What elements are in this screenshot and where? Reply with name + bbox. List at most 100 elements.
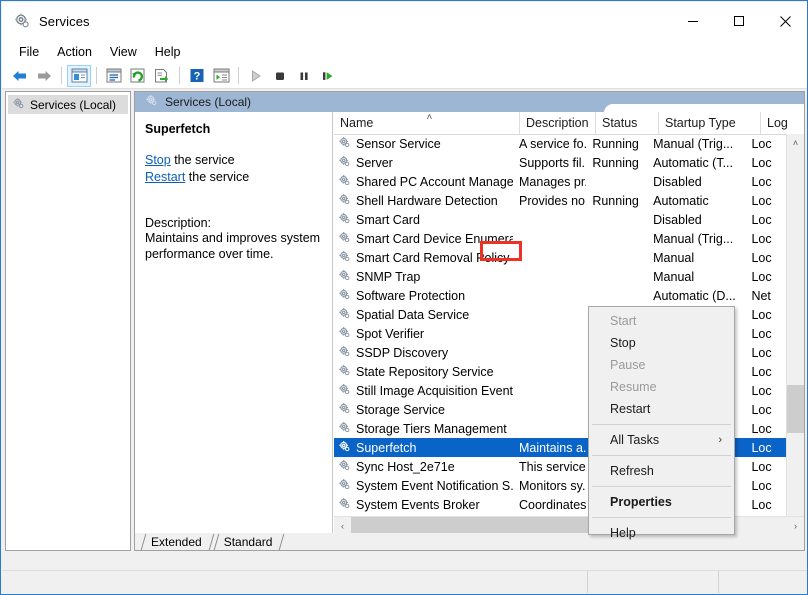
cell-name: Sync Host_2e71e bbox=[334, 459, 513, 475]
cell-log-on-as: Loc bbox=[745, 384, 787, 398]
cell-name: Shared PC Account Manager bbox=[334, 174, 513, 190]
results-pane-header: Services (Local) bbox=[135, 92, 804, 112]
menu-item-label: Refresh bbox=[610, 464, 654, 478]
cell-name-label: Software Protection bbox=[356, 289, 465, 303]
cell-name: Smart Card Device Enumeration Service bbox=[334, 231, 513, 247]
table-row[interactable]: Smart Card Removal PolicyManualLoc bbox=[334, 248, 787, 267]
cell-description: Supports fil... bbox=[513, 156, 586, 170]
cell-description: Coordinates... bbox=[513, 498, 586, 512]
cell-startup-type: Automatic (D... bbox=[647, 289, 745, 303]
menu-item-label: Help bbox=[610, 526, 636, 540]
cell-startup-type: Disabled bbox=[647, 213, 745, 227]
cell-name: Still Image Acquisition Events bbox=[334, 383, 513, 399]
services-gear-icon bbox=[338, 231, 351, 247]
menu-item-restart[interactable]: Restart bbox=[589, 398, 734, 420]
vertical-scroll-thumb[interactable] bbox=[787, 385, 804, 433]
table-row[interactable]: Smart CardDisabledLoc bbox=[334, 210, 787, 229]
cell-name-label: Sync Host_2e71e bbox=[356, 460, 455, 474]
tree-item-services-local[interactable]: Services (Local) bbox=[8, 95, 128, 114]
services-gear-icon bbox=[338, 345, 351, 361]
table-row[interactable]: Shared PC Account ManagerManages pr...Di… bbox=[334, 172, 787, 191]
back-icon[interactable] bbox=[8, 65, 32, 87]
scroll-left-icon[interactable]: ‹ bbox=[334, 517, 351, 534]
table-row[interactable]: SNMP TrapManualLoc bbox=[334, 267, 787, 286]
cell-name-label: Smart Card Removal Policy bbox=[356, 251, 510, 265]
cell-log-on-as: Loc bbox=[745, 137, 787, 151]
tab-extended[interactable]: Extended bbox=[141, 533, 214, 550]
menu-separator bbox=[592, 455, 731, 456]
menu-bar: File Action View Help bbox=[2, 40, 808, 63]
menu-help[interactable]: Help bbox=[146, 43, 190, 61]
menu-item-all-tasks[interactable]: All Tasks› bbox=[589, 429, 734, 451]
menu-item-label: Start bbox=[610, 314, 636, 328]
table-row[interactable]: ServerSupports fil...RunningAutomatic (T… bbox=[334, 153, 787, 172]
table-row[interactable]: Sensor ServiceA service fo...RunningManu… bbox=[334, 134, 787, 153]
restart-service-icon[interactable] bbox=[316, 65, 340, 87]
results-pane-header-inner: Services (Local) bbox=[135, 92, 251, 112]
services-gear-icon bbox=[338, 326, 351, 342]
menu-item-start: Start bbox=[589, 310, 734, 332]
show-action-pane-icon[interactable] bbox=[209, 65, 233, 87]
scroll-right-icon[interactable]: › bbox=[787, 517, 804, 534]
start-service-icon[interactable] bbox=[244, 65, 268, 87]
column-header-name[interactable]: Name ˄ bbox=[334, 112, 520, 134]
menu-item-refresh[interactable]: Refresh bbox=[589, 460, 734, 482]
toolbar-separator bbox=[61, 67, 62, 84]
stop-service-link[interactable]: Stop bbox=[145, 153, 171, 167]
close-button[interactable] bbox=[762, 2, 808, 40]
menu-item-properties[interactable]: Properties bbox=[589, 491, 734, 513]
cell-name: System Events Broker bbox=[334, 497, 513, 513]
menu-view[interactable]: View bbox=[101, 43, 146, 61]
minimize-button[interactable] bbox=[670, 2, 716, 40]
column-header-log-on-as[interactable]: Log bbox=[761, 112, 804, 134]
cell-name-label: Superfetch bbox=[356, 441, 416, 455]
column-header-status[interactable]: Status bbox=[596, 112, 659, 134]
cell-name: Sensor Service bbox=[334, 136, 513, 152]
menu-file[interactable]: File bbox=[10, 43, 48, 61]
column-header-startup-type[interactable]: Startup Type bbox=[659, 112, 761, 134]
export-list-icon[interactable] bbox=[150, 65, 174, 87]
forward-icon[interactable] bbox=[32, 65, 56, 87]
toolbar-separator bbox=[96, 67, 97, 84]
cell-description: A service fo... bbox=[513, 137, 586, 151]
menu-action[interactable]: Action bbox=[48, 43, 101, 61]
tab-standard[interactable]: Standard bbox=[214, 533, 285, 550]
column-header-name-label: Name bbox=[340, 116, 373, 130]
table-row[interactable]: Smart Card Device Enumeration ServiceMan… bbox=[334, 229, 787, 248]
services-gear-icon bbox=[338, 478, 351, 494]
maximize-button[interactable] bbox=[716, 2, 762, 40]
restart-service-link[interactable]: Restart bbox=[145, 170, 185, 184]
services-gear-icon bbox=[338, 288, 351, 304]
cell-name: Storage Service bbox=[334, 402, 513, 418]
pause-service-icon[interactable] bbox=[292, 65, 316, 87]
stop-service-icon[interactable] bbox=[268, 65, 292, 87]
services-gear-icon bbox=[13, 12, 31, 30]
cell-startup-type: Manual (Trig... bbox=[647, 137, 745, 151]
menu-separator bbox=[592, 424, 731, 425]
cell-log-on-as: Loc bbox=[745, 365, 787, 379]
menu-item-help[interactable]: Help bbox=[589, 522, 734, 544]
cell-description: Manages pr... bbox=[513, 175, 586, 189]
cell-name-label: Smart Card bbox=[356, 213, 420, 227]
list-vertical-scrollbar[interactable]: ˄ ˅ bbox=[786, 134, 804, 534]
menu-item-pause: Pause bbox=[589, 354, 734, 376]
refresh-icon[interactable] bbox=[126, 65, 150, 87]
help-icon[interactable]: ? bbox=[185, 65, 209, 87]
console-tree-pane: Services (Local) bbox=[5, 91, 131, 551]
description-label: Description: bbox=[145, 216, 323, 230]
body-area: Services (Local) Services (Local) bbox=[2, 89, 808, 553]
cell-name: Spatial Data Service bbox=[334, 307, 513, 323]
cell-log-on-as: Loc bbox=[745, 403, 787, 417]
table-row[interactable]: Software ProtectionAutomatic (D...Net bbox=[334, 286, 787, 305]
column-header-description[interactable]: Description bbox=[520, 112, 596, 134]
cell-name-label: Spatial Data Service bbox=[356, 308, 469, 322]
properties-icon[interactable] bbox=[102, 65, 126, 87]
scroll-up-icon[interactable]: ˄ bbox=[787, 134, 804, 151]
table-row[interactable]: Shell Hardware DetectionProvides no...Ru… bbox=[334, 191, 787, 210]
cell-name: Software Protection bbox=[334, 288, 513, 304]
show-hide-console-tree-icon[interactable] bbox=[67, 65, 91, 87]
window-title: Services bbox=[39, 14, 90, 29]
menu-item-stop[interactable]: Stop bbox=[589, 332, 734, 354]
services-gear-icon bbox=[338, 212, 351, 228]
menu-item-label: Properties bbox=[610, 495, 672, 509]
